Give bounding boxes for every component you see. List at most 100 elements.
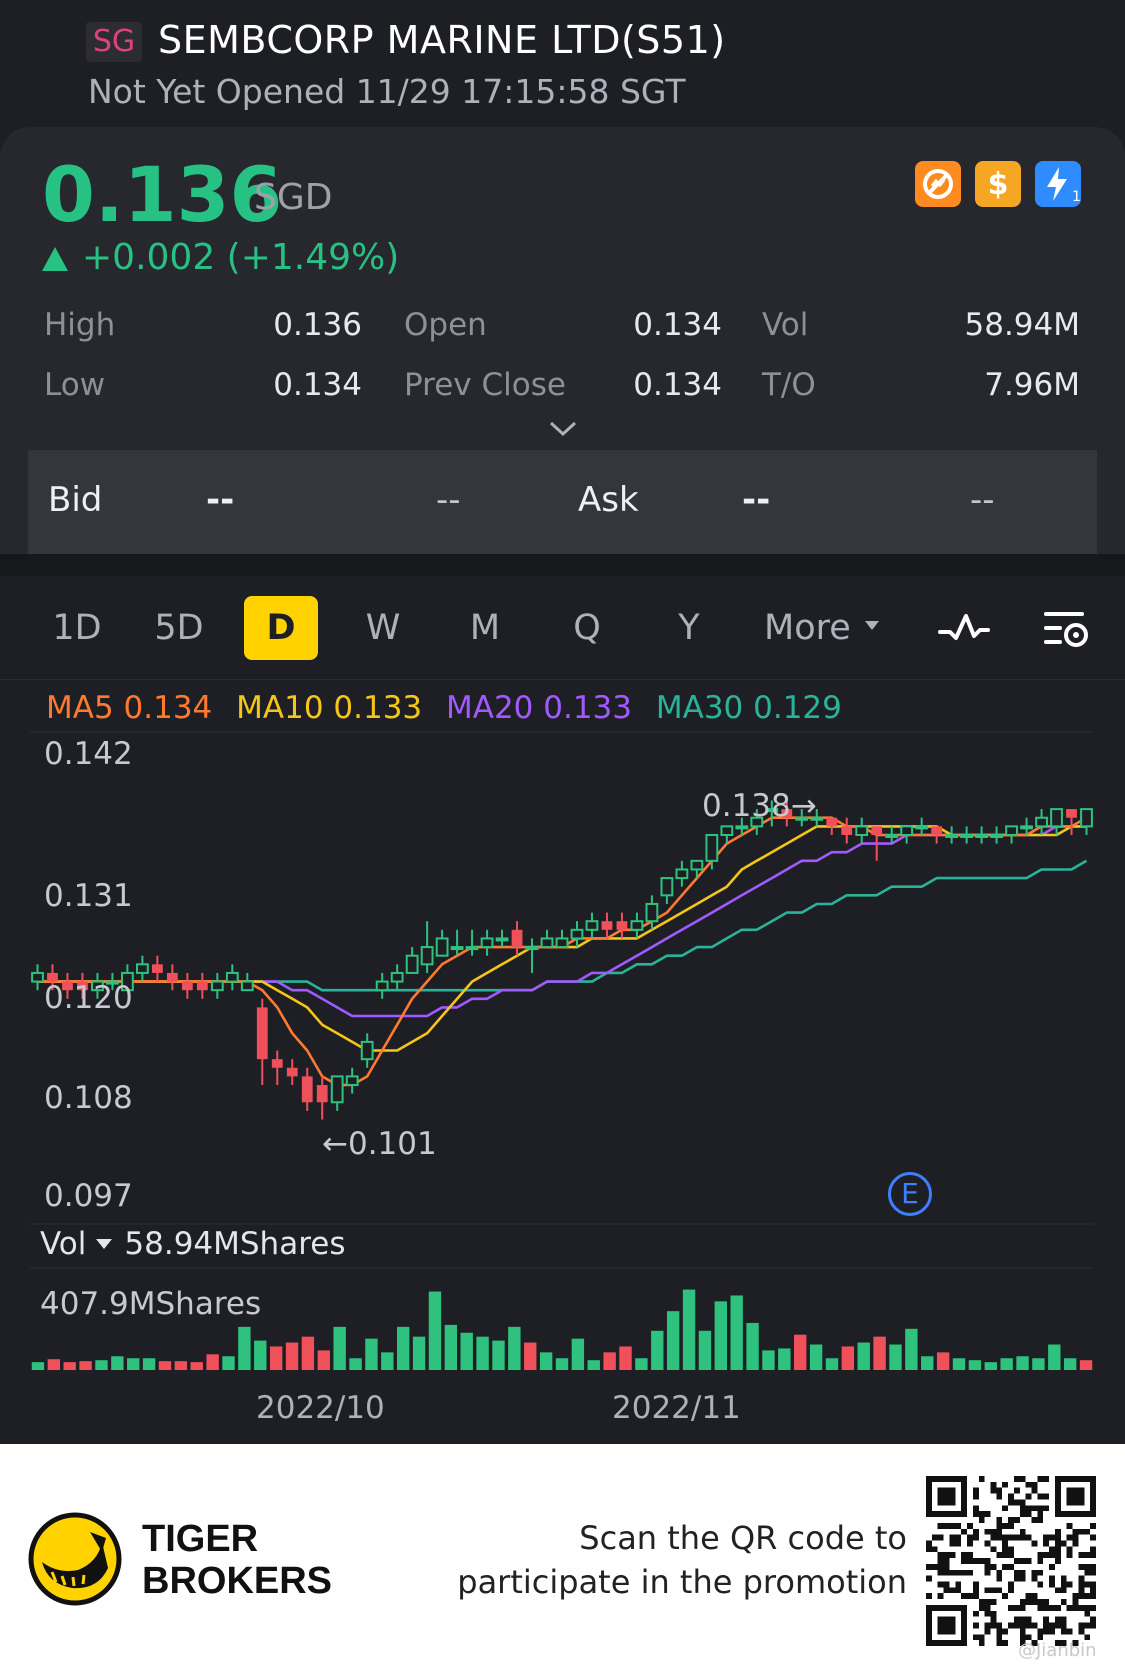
qr-module bbox=[1013, 1476, 1020, 1482]
qr-module bbox=[1013, 1517, 1020, 1523]
qr-module bbox=[955, 1581, 962, 1588]
qr-module bbox=[1037, 1517, 1044, 1523]
qr-module bbox=[1054, 1534, 1061, 1541]
volume-bar bbox=[95, 1360, 108, 1370]
tab-q[interactable]: Q bbox=[550, 596, 624, 660]
qr-module bbox=[1019, 1604, 1026, 1611]
dividend-dollar-icon[interactable]: $ bbox=[975, 161, 1021, 207]
candle-body bbox=[855, 825, 869, 836]
qr-module bbox=[1008, 1493, 1014, 1500]
candle-body bbox=[826, 817, 838, 827]
more-dropdown[interactable]: More bbox=[764, 596, 896, 660]
qr-module bbox=[984, 1587, 991, 1594]
tab-d[interactable]: D bbox=[244, 596, 318, 660]
candle-body bbox=[210, 980, 224, 992]
candle-body bbox=[286, 1067, 298, 1077]
chevron-down-icon[interactable] bbox=[548, 419, 578, 439]
watermark: @Jianbin bbox=[1018, 1640, 1097, 1661]
candle-body bbox=[645, 902, 659, 923]
qr-module bbox=[926, 1575, 932, 1582]
qr-module bbox=[937, 1522, 944, 1529]
qr-module bbox=[1078, 1628, 1085, 1635]
flash-order-icon[interactable]: 1 bbox=[1035, 161, 1081, 207]
qr-module bbox=[967, 1593, 973, 1600]
no-short-sell-icon[interactable] bbox=[915, 161, 961, 207]
qr-module bbox=[1078, 1604, 1085, 1611]
qr-module bbox=[1008, 1563, 1014, 1570]
qr-module bbox=[972, 1493, 979, 1500]
qr-module bbox=[990, 1563, 997, 1570]
volume-bar bbox=[587, 1360, 600, 1370]
qr-module bbox=[1002, 1640, 1009, 1646]
qr-module bbox=[1066, 1552, 1073, 1559]
qr-module bbox=[1060, 1599, 1067, 1605]
qr-module bbox=[984, 1528, 991, 1535]
candle-body bbox=[345, 1075, 359, 1087]
tab-y[interactable]: Y bbox=[652, 596, 726, 660]
candle-body bbox=[330, 1075, 344, 1104]
qr-module bbox=[1049, 1546, 1055, 1553]
qr-module bbox=[990, 1610, 997, 1617]
qr-module bbox=[937, 1558, 944, 1564]
candle-body bbox=[181, 981, 193, 991]
qr-module bbox=[1054, 1622, 1061, 1629]
volume-bar bbox=[285, 1342, 299, 1370]
qr-module bbox=[1019, 1558, 1026, 1564]
stock-title: SEMBCORP MARINE LTD(S51) bbox=[158, 18, 726, 62]
qr-module bbox=[1060, 1587, 1067, 1594]
volume-bar bbox=[381, 1352, 394, 1370]
qr-module bbox=[1002, 1546, 1009, 1553]
tab-w[interactable]: W bbox=[346, 596, 420, 660]
qr-module bbox=[972, 1581, 979, 1588]
kline-chart[interactable]: 0.142 0.131 0.120 0.108 0.097 0.138→ ←0.… bbox=[0, 730, 1125, 1444]
qr-module bbox=[1072, 1599, 1079, 1605]
qr-module bbox=[984, 1622, 991, 1629]
y-tick-label: 0.142 bbox=[44, 736, 133, 772]
qr-module bbox=[1037, 1581, 1044, 1588]
volume-bar bbox=[571, 1338, 585, 1370]
earnings-marker[interactable]: E bbox=[888, 1172, 932, 1216]
qr-module bbox=[1078, 1587, 1085, 1594]
qr-module bbox=[943, 1569, 950, 1576]
qr-module bbox=[949, 1522, 956, 1529]
qr-module bbox=[1090, 1522, 1096, 1529]
qr-module bbox=[967, 1558, 973, 1564]
qr-module bbox=[1072, 1528, 1079, 1535]
qr-module bbox=[1084, 1593, 1091, 1600]
tab-5d[interactable]: 5D bbox=[142, 596, 216, 660]
qr-module bbox=[1043, 1493, 1050, 1500]
ma10-value: MA10 0.133 bbox=[236, 690, 423, 726]
high-value: 0.136 bbox=[273, 307, 362, 343]
qr-module bbox=[1037, 1599, 1044, 1605]
qr-module bbox=[1013, 1575, 1020, 1582]
qr-module bbox=[1084, 1528, 1091, 1535]
qr-module bbox=[1066, 1581, 1073, 1588]
candle-body bbox=[450, 946, 464, 951]
qr-module bbox=[984, 1540, 991, 1547]
volume-bar bbox=[651, 1330, 664, 1370]
qr-module bbox=[1031, 1540, 1038, 1547]
volume-bar bbox=[174, 1361, 188, 1370]
price-change-value: +0.002 (+1.49%) bbox=[82, 237, 400, 278]
tab-1d[interactable]: 1D bbox=[40, 596, 114, 660]
qr-module bbox=[1002, 1552, 1009, 1559]
volume-bar bbox=[698, 1330, 712, 1370]
qr-code[interactable] bbox=[926, 1476, 1096, 1646]
volume-selector[interactable]: Vol 58.94MShares bbox=[40, 1226, 346, 1262]
qr-module bbox=[1090, 1593, 1096, 1600]
chart-canvas[interactable] bbox=[0, 730, 1125, 1444]
volume-current: 58.94MShares bbox=[124, 1226, 346, 1262]
tab-m[interactable]: M bbox=[448, 596, 522, 660]
qr-module bbox=[996, 1517, 1003, 1523]
chart-settings-icon[interactable] bbox=[1042, 608, 1094, 650]
volume-bar bbox=[238, 1326, 251, 1370]
qr-module bbox=[996, 1634, 1003, 1641]
qr-module bbox=[1025, 1505, 1032, 1512]
low-annotation-value: 0.101 bbox=[347, 1126, 437, 1162]
indicator-icon[interactable] bbox=[938, 608, 990, 650]
qr-module bbox=[937, 1581, 944, 1588]
qr-module bbox=[1025, 1616, 1032, 1623]
arrow-right-icon: → bbox=[790, 788, 817, 824]
qr-module bbox=[1019, 1534, 1026, 1541]
candle-body bbox=[495, 937, 509, 942]
